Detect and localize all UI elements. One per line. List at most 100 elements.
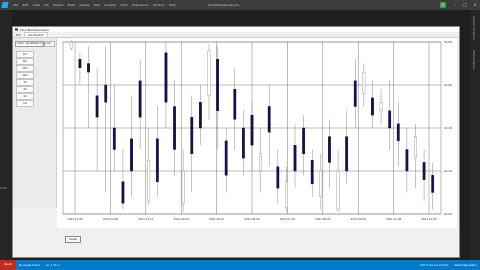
menu-extensions[interactable]: Extensions [130, 0, 151, 10]
candle-body [379, 101, 383, 111]
candle-body [414, 136, 417, 159]
add-to-source-control-button[interactable]: Add to Source Control [417, 264, 451, 267]
menu-debug[interactable]: Debug [77, 0, 91, 10]
visual-studio-logo-icon [1, 2, 9, 8]
menu-test[interactable]: Test [92, 0, 102, 10]
y-tick-label: 22.00 [444, 212, 452, 216]
candle-body [198, 101, 202, 129]
timeframe-item[interactable]: 1h [16, 79, 34, 86]
candle-body [285, 181, 288, 208]
candle-body [69, 41, 73, 49]
candle-body [130, 138, 133, 172]
x-tick-label: 2021-07-09 [280, 217, 295, 221]
ide-window-controls: – □ ✕ [450, 0, 480, 10]
menu-tools[interactable]: Tools [118, 0, 130, 10]
candle-body [190, 117, 194, 154]
candle-body [405, 149, 409, 172]
menu-edit[interactable]: Edit [20, 0, 30, 10]
candle-body [155, 138, 159, 182]
timeframe-item[interactable]: 4h [16, 86, 34, 93]
close-icon[interactable]: ✕ [470, 0, 480, 10]
candle-body [267, 106, 271, 133]
x-tick-label: 2021-06-09 [244, 217, 259, 221]
minimize-icon[interactable]: – [450, 0, 460, 10]
x-tick-label: 2021-03-10 [138, 217, 153, 221]
status-ready: Ready [0, 260, 17, 270]
candle-body [181, 170, 185, 204]
candle-body [345, 136, 349, 172]
menu-git[interactable]: Git [42, 0, 51, 10]
candle-body [164, 52, 168, 103]
candle-body [121, 181, 125, 204]
symbol-select[interactable]: ticker: stockData.csv [15, 41, 44, 47]
timeframe-item[interactable]: 15m [16, 65, 34, 72]
candle-body [224, 140, 228, 176]
tab-team-explorer[interactable]: Team Explorer [472, 50, 476, 70]
status-issues[interactable]: No issues found [16, 264, 43, 267]
candle-body [78, 59, 82, 69]
tab-file[interactable]: File [13, 33, 24, 37]
count-input[interactable]: 1.00 [44, 41, 55, 47]
app-icon [15, 28, 18, 31]
ide-left-gutter: 0:00 [0, 10, 12, 260]
app-title: StockMarketAnalysis [20, 27, 49, 32]
x-tick-label: 2021-02-08 [103, 217, 118, 221]
candle-body [319, 170, 323, 197]
candle-body [104, 84, 108, 103]
timeframe-item[interactable]: 1m [16, 51, 34, 58]
maximize-icon[interactable]: □ [460, 0, 470, 10]
ide-title-bar: File Edit View Git Project Build Debug T… [0, 0, 480, 10]
menu-file[interactable]: File [11, 0, 20, 10]
control-sidebar: ticker: stockData.csv 1.00 1m 5m 15m 30m… [13, 38, 57, 208]
x-tick-label: 2021-10-08 [386, 217, 401, 221]
candle-body [422, 162, 426, 180]
x-tick-label: 2021-11-05 [421, 217, 436, 221]
candle-body [216, 59, 219, 111]
candlestick-chart[interactable]: 22.80 22.60 22.40 22.20 22.00 2021-01-05 2021-… [57, 38, 457, 228]
tab-candlestick[interactable]: Candlestick [23, 32, 48, 37]
select-repository-button[interactable]: Select Repository [451, 264, 480, 267]
x-tick-label: 2021-05-10 [209, 217, 224, 221]
timeframe-item[interactable]: 1d [16, 93, 34, 100]
y-tick-label: 22.60 [444, 83, 452, 87]
status-position: Ln: 1 Ch: 1 [45, 263, 60, 267]
menu-analyze[interactable]: Analyze [102, 0, 118, 10]
x-tick-label: 2021-01-05 [67, 217, 82, 221]
candle-body [302, 127, 306, 154]
candle-body [310, 160, 314, 185]
candle-body [431, 175, 435, 193]
timeframe-item[interactable]: 1w [16, 100, 34, 107]
x-tick-label: 2021-09-08 [351, 217, 366, 221]
candle-body [112, 127, 116, 150]
candle-body [259, 153, 263, 172]
tab-solution-explorer[interactable]: Solution Explorer [472, 16, 476, 40]
y-tick-label: 22.80 [444, 40, 452, 44]
candle-body [371, 97, 374, 116]
menu-help[interactable]: Help [167, 0, 178, 10]
y-tick-label: 22.20 [444, 169, 452, 173]
menu-build[interactable]: Build [65, 0, 77, 10]
candle-body [207, 50, 211, 96]
candle-body [276, 166, 280, 189]
candle-body [336, 170, 340, 210]
timeframe-item[interactable]: 30m [16, 72, 34, 79]
candle-body [328, 136, 331, 163]
timeframe-item[interactable]: 5m [16, 58, 34, 65]
menu-window[interactable]: Window [151, 0, 167, 10]
candle-body [396, 123, 400, 142]
status-bar: Ready No issues found Ln: 1 Ch: 1 Add to… [0, 260, 480, 270]
menu-view[interactable]: View [31, 0, 43, 10]
stock-analysis-window: StockMarketAnalysis File Candlestick tic… [12, 26, 460, 258]
candle-body [388, 110, 392, 129]
candle-body [87, 63, 90, 73]
y-tick-label: 22.40 [444, 126, 452, 130]
candle-body [250, 114, 254, 146]
candle-body [293, 144, 297, 172]
candle-body [173, 106, 176, 150]
menu-project[interactable]: Project [51, 0, 66, 10]
profile-avatar[interactable]: A [440, 2, 446, 8]
gutter-marker: 0:00 [0, 186, 7, 190]
ide-solution-title: StockMarketAnalysis [207, 3, 239, 7]
close-button[interactable]: Close [65, 236, 81, 243]
candle-body [362, 71, 366, 94]
